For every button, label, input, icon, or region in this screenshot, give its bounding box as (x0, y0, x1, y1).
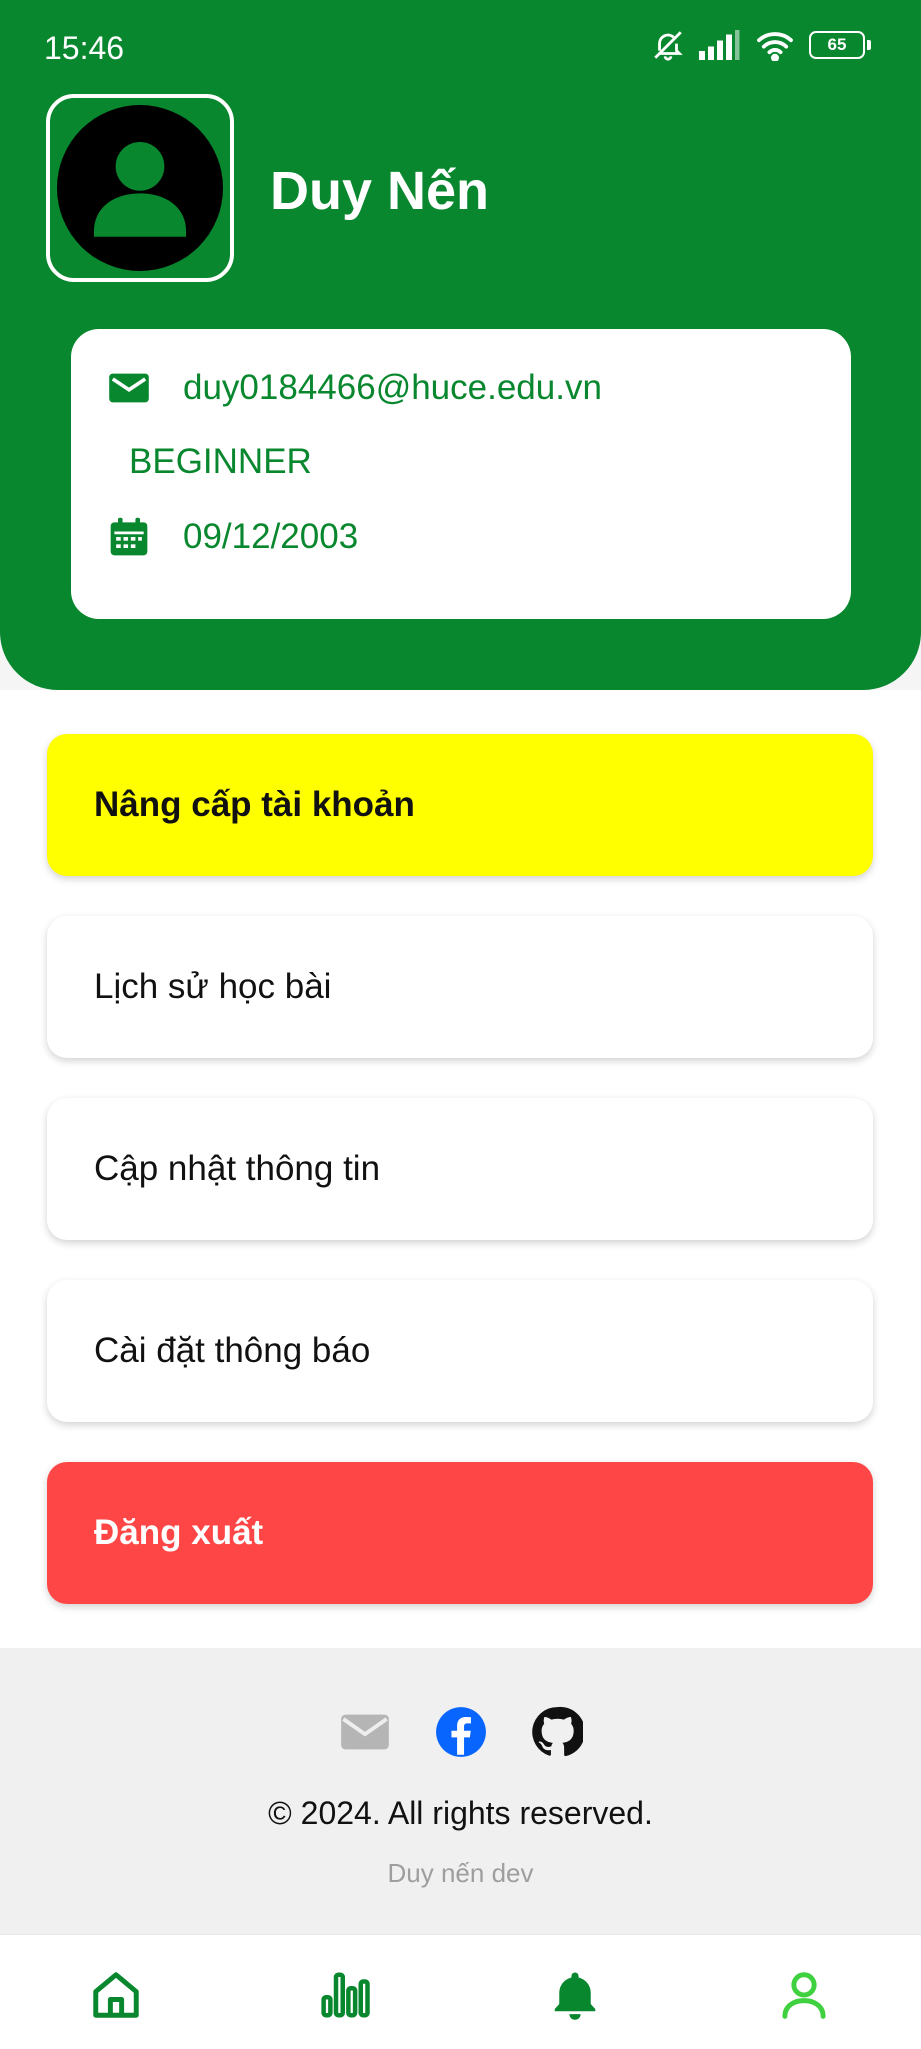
birthdate-row: 09/12/2003 (107, 515, 358, 559)
upgrade-account-button[interactable]: Nâng cấp tài khoản (47, 734, 873, 876)
notification-settings-button[interactable]: Cài đặt thông báo (47, 1280, 873, 1422)
level-value: BEGINNER (129, 442, 312, 481)
logout-label: Đăng xuất (94, 1513, 264, 1552)
avatar-circle (57, 105, 223, 271)
chart-icon (321, 1972, 370, 2018)
status-time: 15:46 (44, 30, 125, 66)
nav-home[interactable] (86, 1965, 146, 2025)
social-links (0, 1706, 921, 1758)
mail-icon (109, 373, 149, 403)
github-icon[interactable] (531, 1706, 583, 1758)
info-card: duy0184466@huce.edu.vn BEGINNER 09/12/20… (71, 329, 851, 619)
footer (0, 1648, 921, 1934)
nav-notifications[interactable] (545, 1965, 605, 2025)
copyright-text: © 2024. All rights reserved. (268, 1795, 653, 1831)
logout-button[interactable]: Đăng xuất (47, 1462, 873, 1604)
developer-credit: Duy nến dev (387, 1858, 534, 1888)
signal-icon (699, 30, 740, 60)
bell-icon (554, 1972, 596, 2020)
notification-settings-label: Cài đặt thông báo (94, 1331, 371, 1370)
user-icon (782, 1972, 826, 2019)
email-row: duy0184466@huce.edu.vn (107, 368, 602, 408)
facebook-icon[interactable] (435, 1706, 487, 1758)
email-value: duy0184466@huce.edu.vn (183, 368, 602, 407)
mute-bell-icon (654, 31, 683, 61)
learning-history-label: Lịch sử học bài (94, 967, 332, 1006)
upgrade-account-label: Nâng cấp tài khoản (94, 785, 415, 824)
level-row: BEGINNER (129, 442, 312, 482)
battery-level: 65 (827, 35, 847, 54)
user-name: Duy Nến (270, 161, 490, 221)
battery-icon: 65 (809, 31, 871, 59)
calendar-icon (110, 517, 148, 556)
birthdate-value: 09/12/2003 (183, 517, 359, 556)
nav-profile[interactable] (774, 1965, 834, 2025)
home-icon (93, 1972, 139, 2018)
avatar[interactable] (46, 94, 234, 282)
nav-stats[interactable] (315, 1965, 375, 2025)
wifi-icon (757, 32, 793, 61)
update-info-label: Cập nhật thông tin (94, 1149, 381, 1188)
learning-history-button[interactable]: Lịch sử học bài (47, 916, 873, 1058)
update-info-button[interactable]: Cập nhật thông tin (47, 1098, 873, 1240)
mail-icon[interactable] (339, 1706, 391, 1758)
status-icons: 65 (651, 28, 871, 62)
bottom-nav (0, 1934, 921, 2049)
profile-header: 15:46 65 Duy Nến duy0184466@huce.edu.vn … (0, 0, 921, 690)
person-icon (93, 141, 187, 237)
